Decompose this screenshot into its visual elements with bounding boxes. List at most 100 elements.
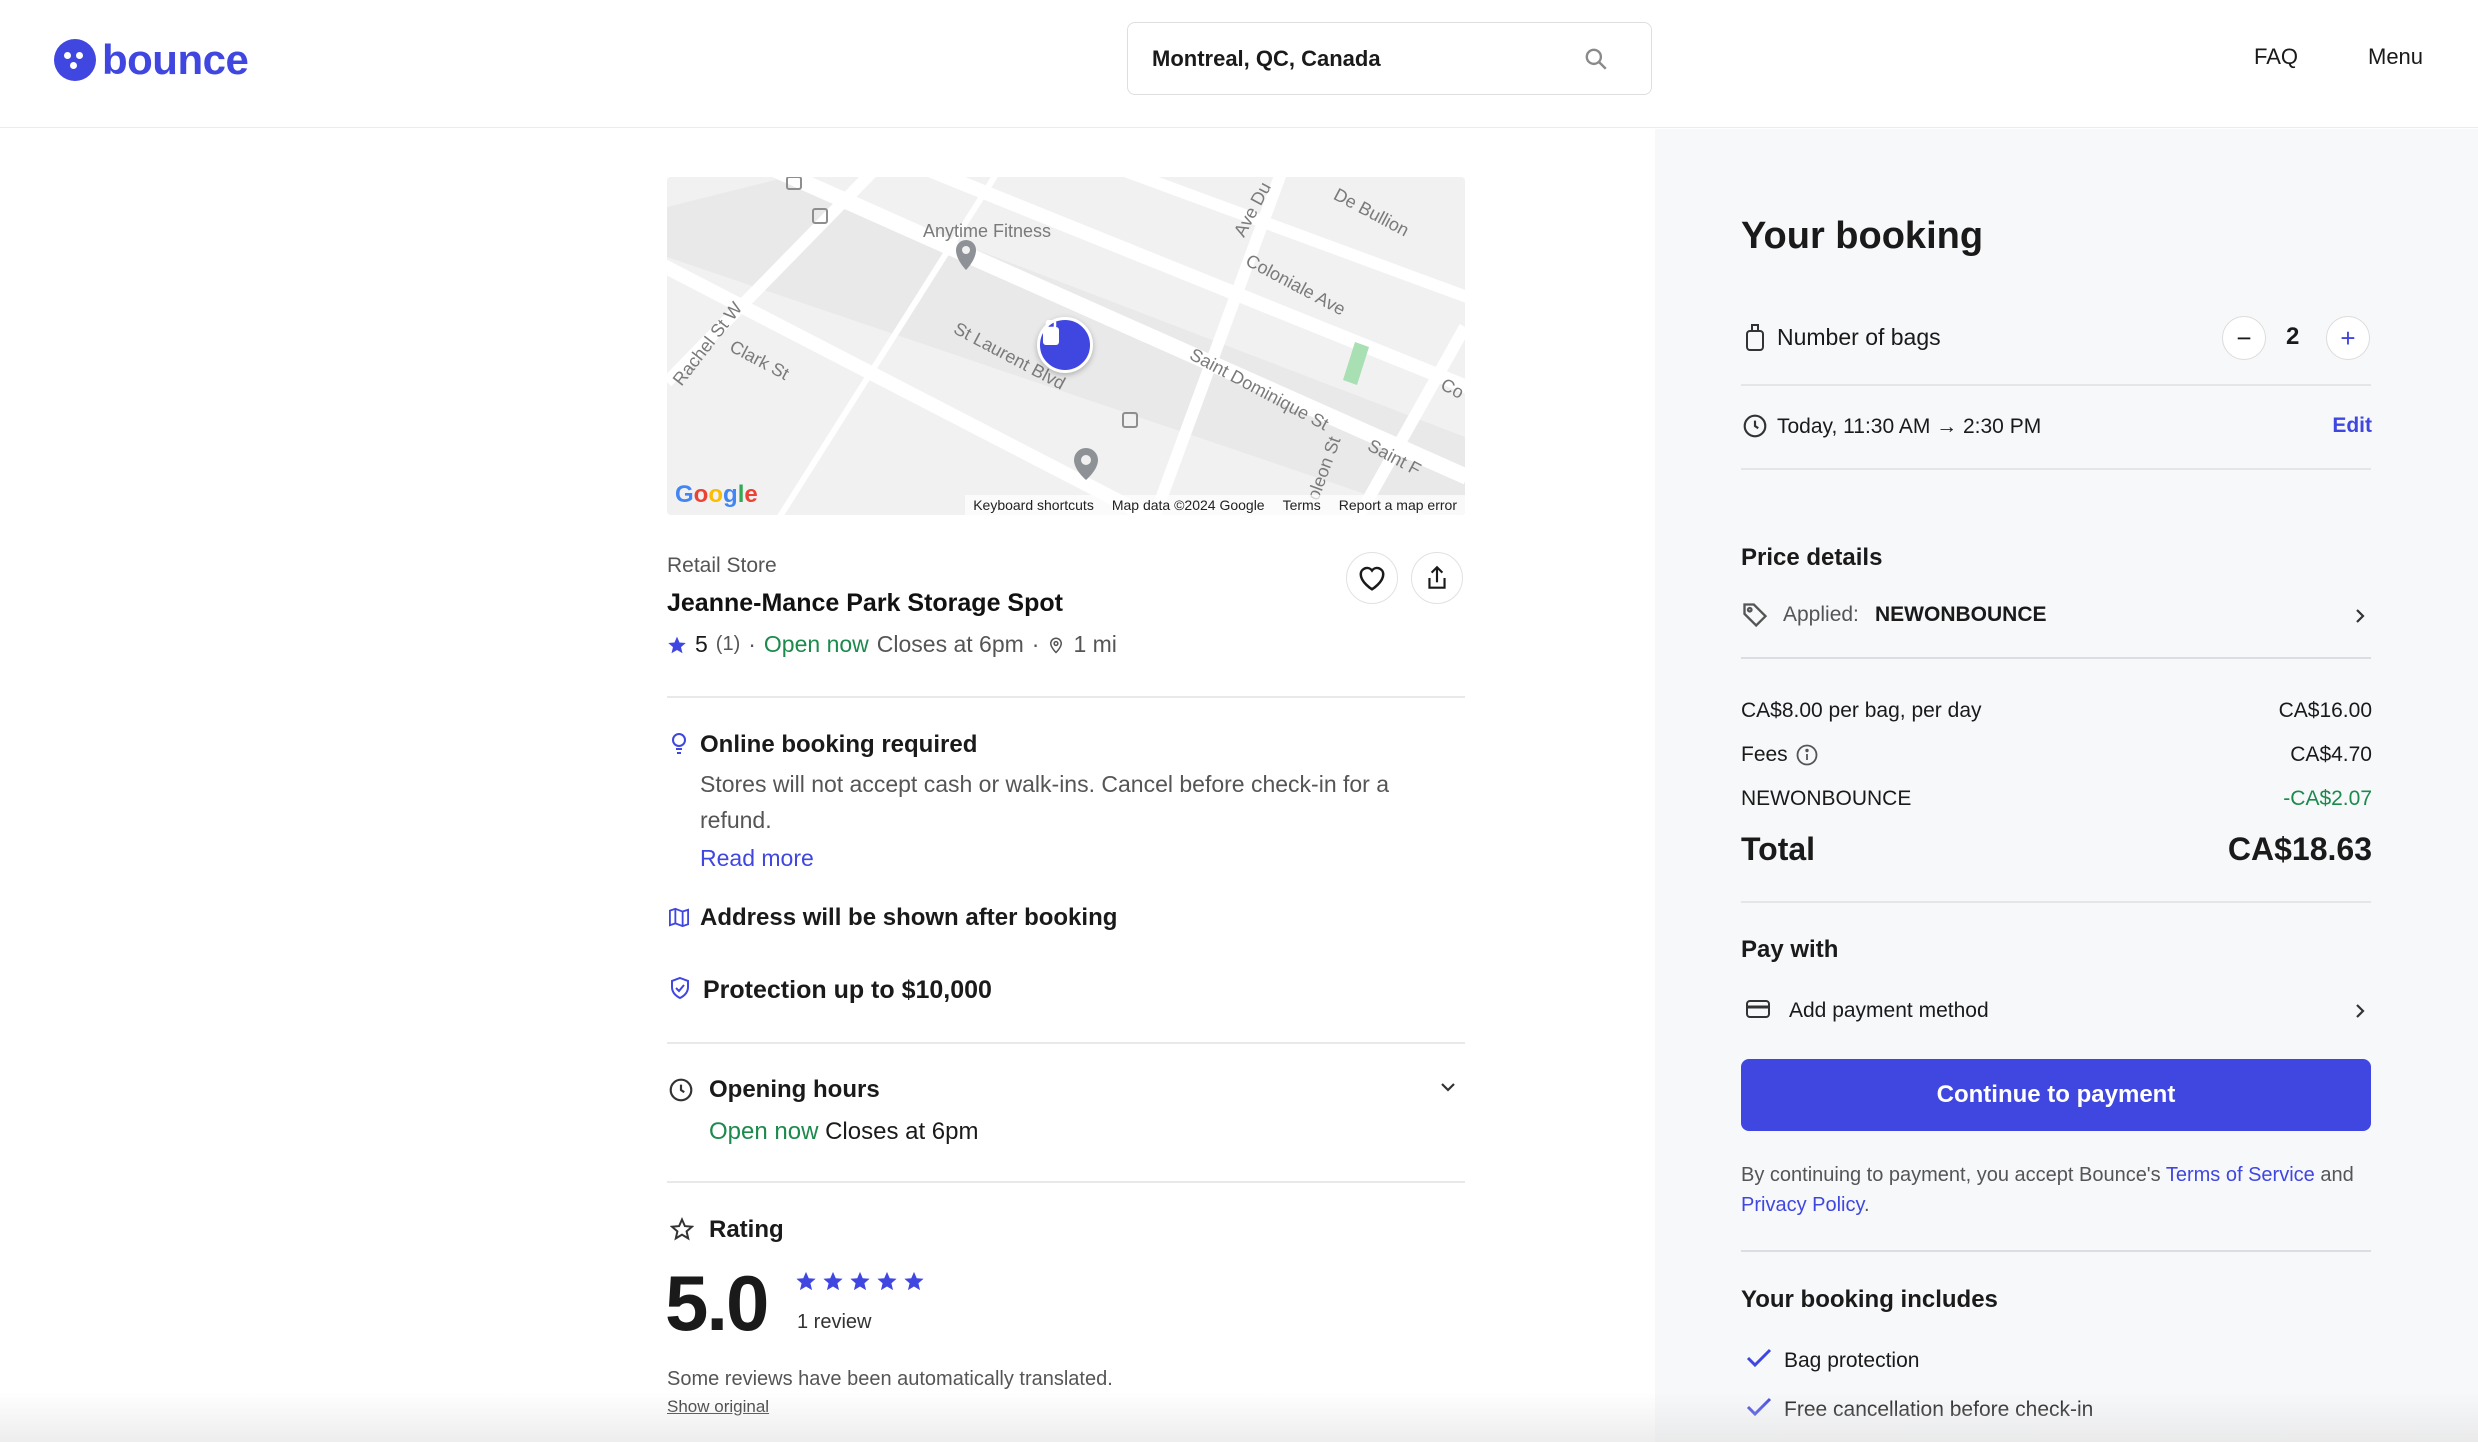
rating-score: 5.0 [665, 1259, 769, 1347]
separator: · [748, 631, 756, 657]
location-search[interactable] [1127, 22, 1652, 95]
rating-stars [795, 1270, 925, 1292]
favorite-button[interactable] [1346, 552, 1398, 604]
opening-hours-status: Open now Closes at 6pm [709, 1114, 978, 1150]
clock-icon [1743, 414, 1767, 438]
search-icon[interactable] [1583, 46, 1609, 72]
luggage-icon [1746, 324, 1764, 351]
report-map-error-link[interactable]: Report a map error [1339, 497, 1457, 513]
price-details-title: Price details [1741, 544, 1883, 571]
top-header: bounce FAQ Menu [0, 0, 2478, 128]
address-hidden-title: Address will be shown after booking [700, 904, 1118, 931]
map-icon [669, 907, 689, 927]
star-icon [668, 636, 686, 653]
credit-card-icon [1746, 1000, 1770, 1018]
privacy-policy-link[interactable]: Privacy Policy [1741, 1194, 1864, 1216]
divider [667, 696, 1465, 698]
open-status: Open now [763, 631, 869, 657]
tag-icon [1743, 603, 1768, 628]
nav-menu-button[interactable]: Menu [2368, 44, 2423, 70]
chevron-down-icon[interactable] [1437, 1079, 1459, 1095]
store-meta: 5 (1) · Open now Closes at 6pm · 1 mi [667, 631, 1117, 658]
star-icon [904, 1271, 924, 1291]
store-distance: 1 mi [1073, 631, 1117, 657]
share-button[interactable] [1411, 552, 1463, 604]
terms-text: . [1864, 1194, 1870, 1216]
star-icon [877, 1271, 897, 1291]
divider [1741, 384, 2371, 386]
review-count: 1 review [797, 1311, 872, 1333]
booking-includes-title: Your booking includes [1741, 1286, 1998, 1313]
add-payment-label: Add payment method [1789, 999, 1989, 1022]
shield-check-icon [671, 976, 689, 1000]
open-status: Open now [709, 1118, 819, 1145]
increase-bags-button[interactable]: + [2326, 316, 2370, 360]
protection-title: Protection up to $10,000 [703, 976, 992, 1004]
booking-time: Today, 11:30 AM → 2:30 PM [1777, 415, 2042, 438]
booking-title: Your booking [1741, 215, 1984, 257]
divider [667, 1042, 1465, 1044]
google-logo[interactable]: Google [675, 481, 758, 509]
bags-count: 2 [2286, 323, 2300, 350]
store-rating-count: (1) [715, 633, 741, 655]
nav-faq-link[interactable]: FAQ [2254, 44, 2298, 70]
edit-time-link[interactable]: Edit [2332, 414, 2372, 438]
divider [1741, 1250, 2371, 1252]
includes-item: Bag protection [1784, 1349, 1920, 1372]
star-icon [850, 1271, 870, 1291]
discount-label: NEWONBOUNCE [1741, 787, 1912, 810]
storage-location-marker[interactable] [1037, 317, 1093, 373]
total-label: Total [1741, 831, 1816, 867]
read-more-link[interactable]: Read more [700, 840, 814, 876]
bounce-logo-icon [54, 39, 96, 81]
decrease-bags-button[interactable]: − [2222, 316, 2266, 360]
store-name: Jeanne-Mance Park Storage Spot [667, 589, 1063, 617]
bounce-logo[interactable]: bounce [54, 36, 249, 84]
closing-time: Closes at 6pm [876, 631, 1024, 657]
promo-code-row[interactable]: Applied: NEWONBOUNCE [1741, 597, 2371, 635]
star-icon [823, 1271, 843, 1291]
check-icon [1746, 1348, 1772, 1368]
opening-hours-title[interactable]: Opening hours [709, 1076, 880, 1104]
star-icon [796, 1271, 816, 1291]
heart-icon [1359, 566, 1385, 591]
continue-to-payment-button[interactable]: Continue to payment [1741, 1059, 2371, 1131]
map-data-attribution: Map data ©2024 Google [1111, 497, 1265, 513]
map-label-anytime-fitness: Anytime Fitness [923, 221, 1052, 241]
keyboard-shortcuts-link[interactable]: Keyboard shortcuts [973, 497, 1094, 513]
clock-icon [669, 1078, 693, 1102]
map-terms-link[interactable]: Terms [1283, 497, 1321, 513]
chevron-right-icon [2356, 1004, 2365, 1018]
store-rating: 5 [695, 631, 708, 657]
share-icon [1428, 565, 1446, 589]
pay-with-title: Pay with [1741, 936, 1839, 963]
brand-name: bounce [102, 36, 249, 83]
closing-time: Closes at 6pm [825, 1118, 979, 1145]
price-line-value: CA$16.00 [2278, 699, 2372, 722]
show-original-link[interactable]: Show original [667, 1397, 769, 1417]
discount-value: -CA$2.07 [2283, 787, 2372, 810]
divider [1741, 468, 2371, 470]
luggage-icon [1043, 320, 1059, 345]
includes-item: Free cancellation before check-in [1784, 1398, 2094, 1421]
chevron-right-icon [2356, 609, 2365, 623]
promo-code: NEWONBOUNCE [1875, 603, 2047, 626]
add-payment-method-row[interactable]: Add payment method [1741, 992, 2371, 1030]
divider [667, 1181, 1465, 1183]
store-type: Retail Store [667, 554, 777, 577]
fees-value: CA$4.70 [2290, 743, 2372, 766]
info-icon[interactable] [1795, 743, 1819, 767]
fees-label: Fees [1741, 743, 1788, 766]
divider [1741, 901, 2371, 903]
bags-label: Number of bags [1777, 324, 1941, 350]
terms-of-service-link[interactable]: Terms of Service [2166, 1164, 2315, 1186]
terms-text: and [2314, 1164, 2354, 1186]
lightbulb-icon [672, 733, 686, 754]
check-icon [1746, 1397, 1772, 1417]
map-footer: Keyboard shortcuts Map data ©2024 Google… [965, 495, 1465, 515]
location-search-input[interactable] [1152, 45, 1572, 72]
total-value: CA$18.63 [2227, 831, 2372, 867]
location-map[interactable]: Anytime Fitness Rachel St W Clark St St … [667, 177, 1465, 515]
divider [1741, 657, 2371, 659]
terms-notice: By continuing to payment, you accept Bou… [1741, 1160, 2381, 1220]
